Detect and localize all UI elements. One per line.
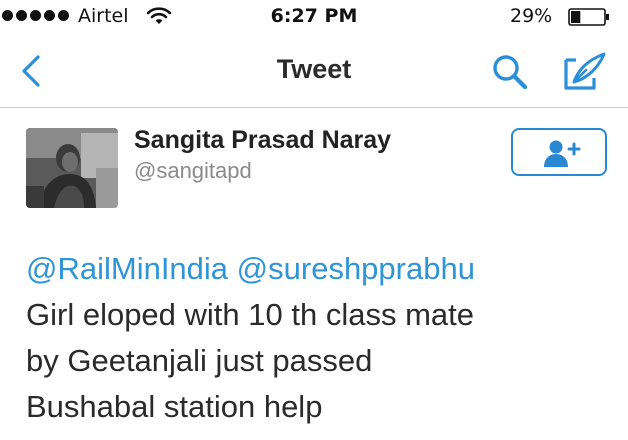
- tweet-text-line: by Geetanjali just passed: [26, 343, 373, 378]
- nav-bar: Tweet: [0, 36, 628, 108]
- add-user-icon: [544, 140, 581, 167]
- battery-percent: 29%: [510, 5, 553, 27]
- tweet-text: @RailMinIndia @sureshpprabhu Girl eloped…: [26, 246, 622, 430]
- compose-tweet-icon[interactable]: [560, 50, 608, 94]
- author-name[interactable]: Sangita Prasad Naray: [134, 126, 391, 155]
- follow-button[interactable]: [511, 128, 607, 176]
- search-icon[interactable]: [490, 52, 530, 92]
- page-title: Tweet: [276, 54, 352, 84]
- tweet-mentions-line: @RailMinIndia @sureshpprabhu: [26, 246, 622, 292]
- battery-icon: [568, 8, 609, 26]
- mention-link[interactable]: @RailMinIndia: [26, 251, 228, 286]
- status-bar: Airtel 6:27 PM 29%: [0, 0, 628, 36]
- tweet-detail-screen: Airtel 6:27 PM 29% Tweet Sangita Prasad …: [0, 0, 628, 440]
- author-avatar[interactable]: [26, 128, 118, 208]
- tweet-text-line: Bushabal station help: [26, 389, 323, 424]
- mention-link[interactable]: @sureshpprabhu: [237, 251, 475, 286]
- tweet-text-line: Girl eloped with 10 th class mate: [26, 297, 474, 332]
- author-handle[interactable]: @sangitapd: [134, 158, 252, 184]
